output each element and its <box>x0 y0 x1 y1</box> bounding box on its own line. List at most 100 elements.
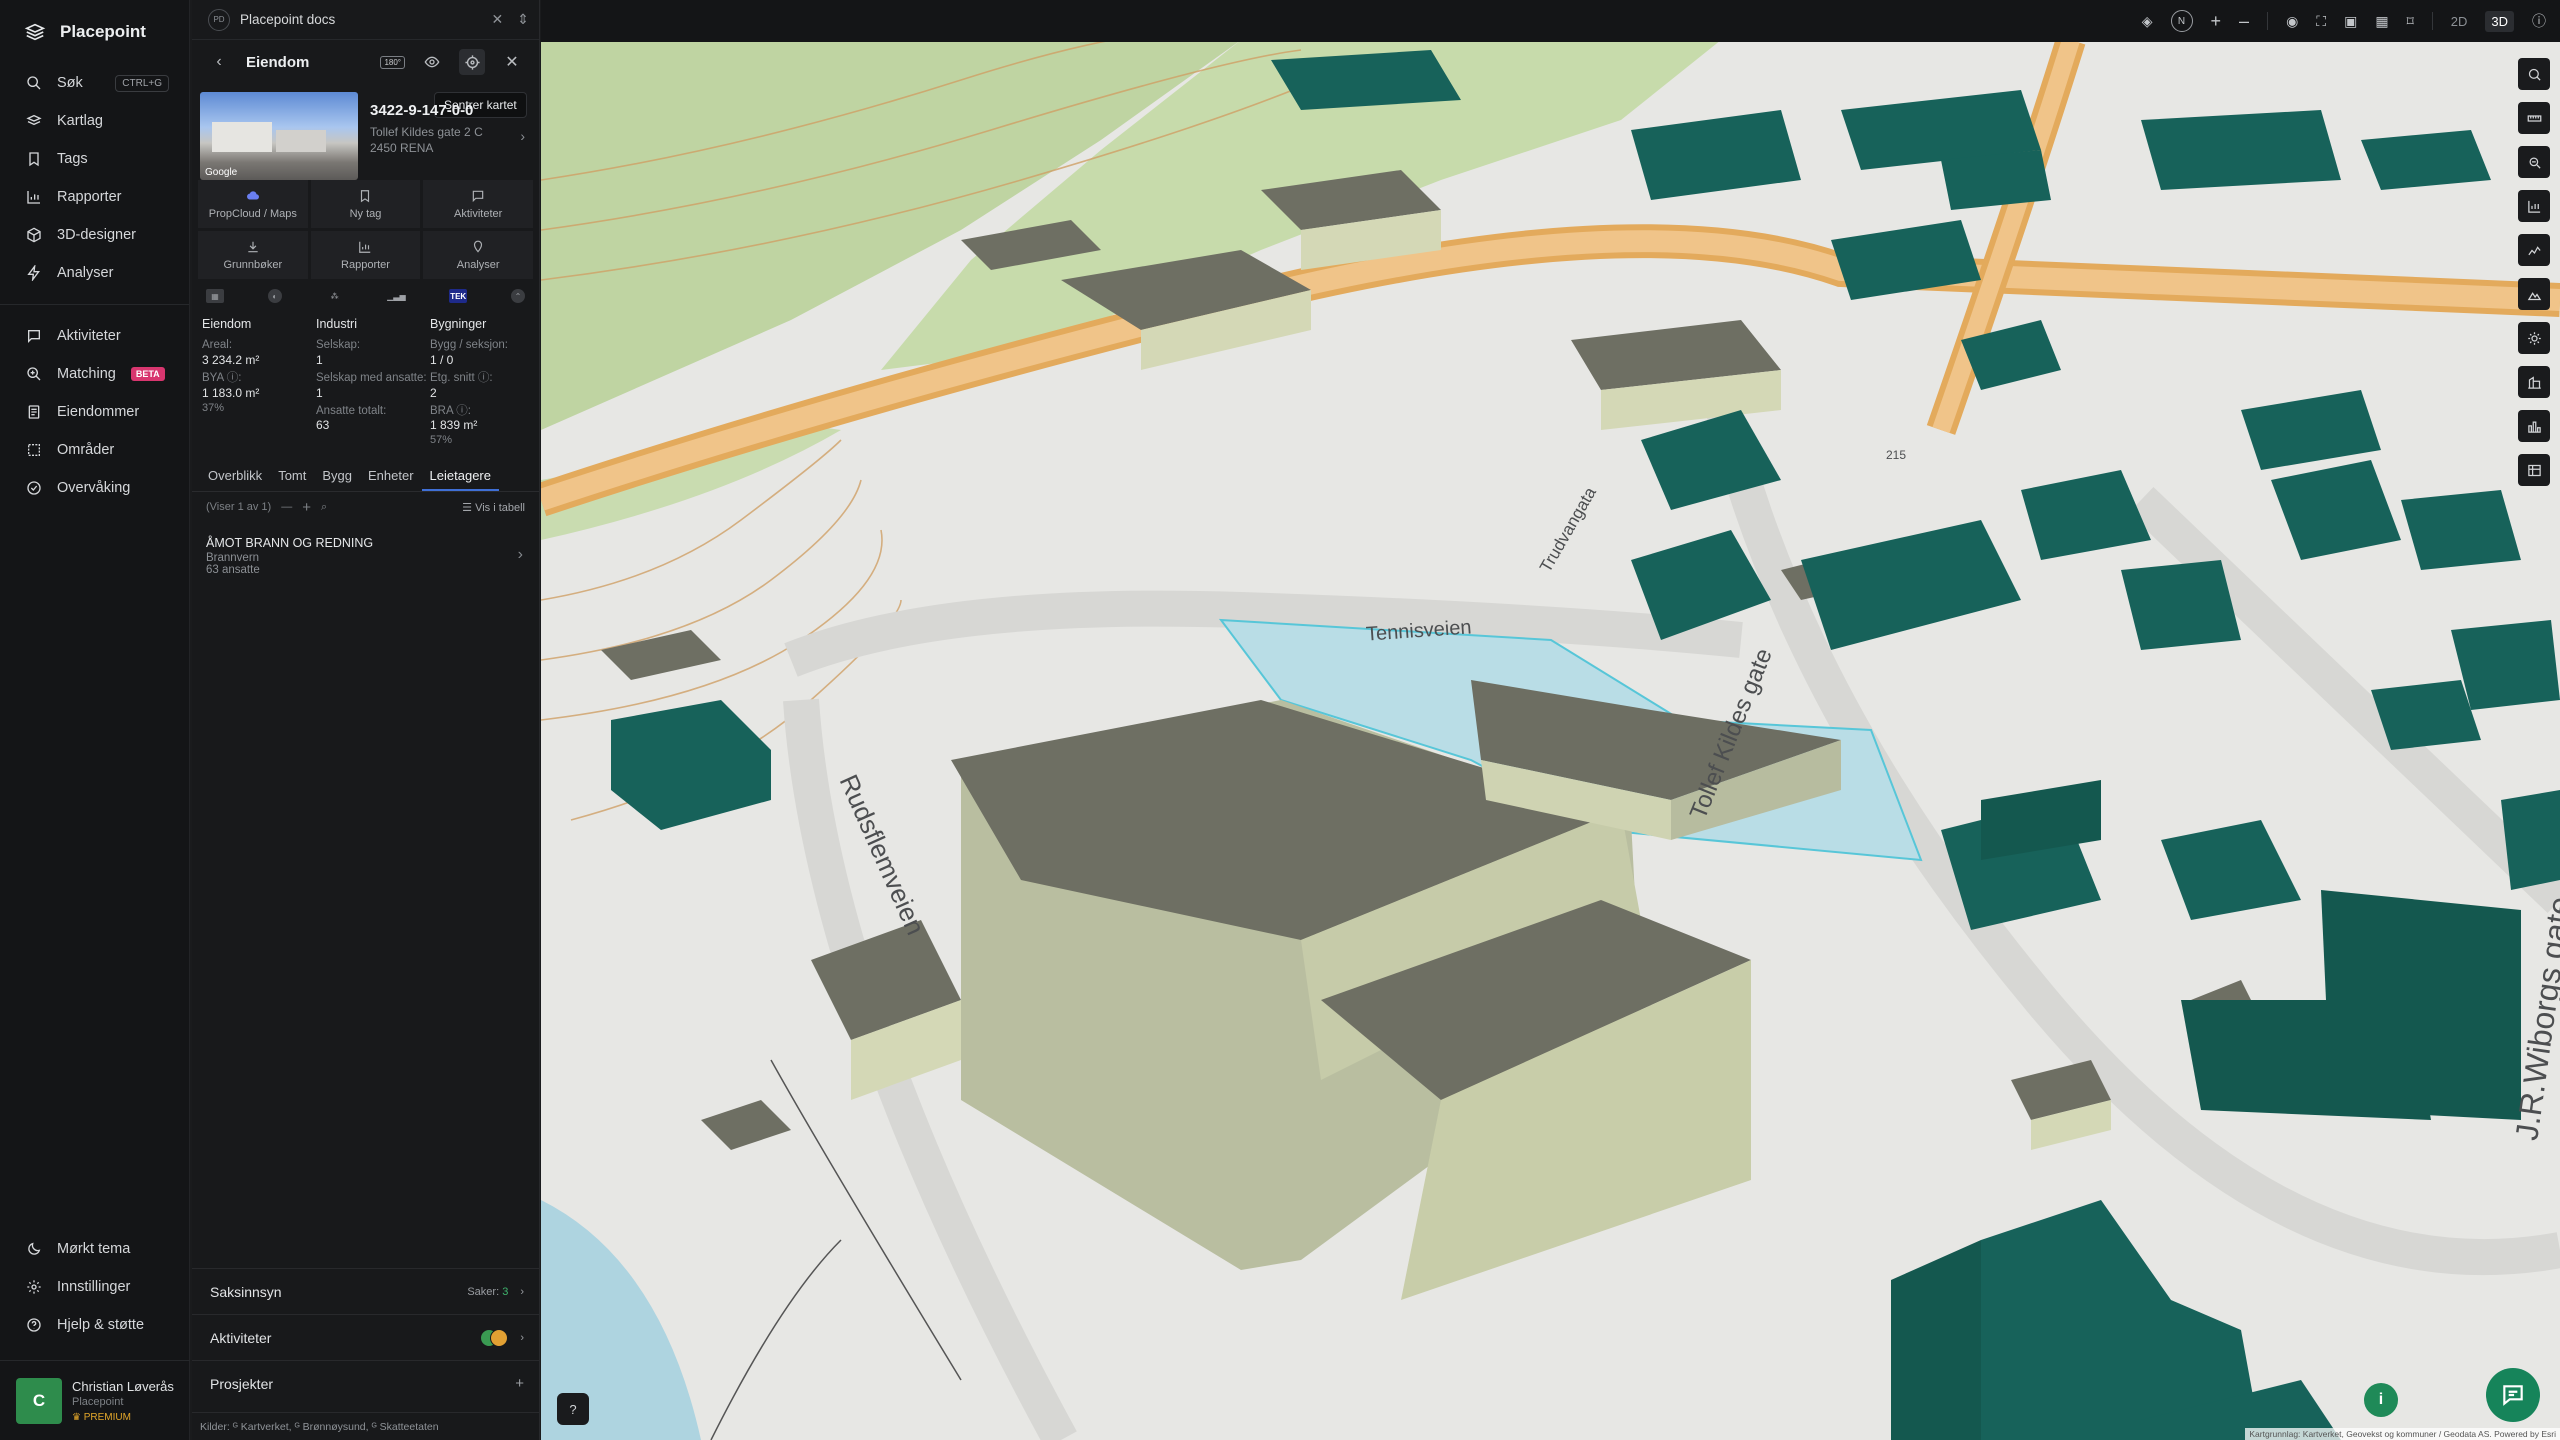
stat-label: Areal: <box>202 339 233 351</box>
nav-dark-theme[interactable]: Mørkt tema <box>0 1230 190 1268</box>
thumb-building <box>212 122 272 152</box>
map-toolbar: ◈ N + – ◉ ⛶ ▣ ▦ ⌑ 2D 3D ⓘ <box>541 0 2560 42</box>
property-summary[interactable]: Google 3422-9-147-0-0 Tollef Kildes gate… <box>192 84 539 180</box>
premium-badge: ♛ PREMIUM <box>72 1411 131 1423</box>
list-item[interactable]: ÅMOT BRANN OG REDNING Brannvern 63 ansat… <box>192 522 539 590</box>
tenant-type: Brannvern <box>206 552 260 565</box>
elevation-icon[interactable] <box>2518 278 2550 310</box>
table-icon[interactable] <box>2518 454 2550 486</box>
zoom-area-icon[interactable] <box>2518 146 2550 178</box>
chevron-right-icon: › <box>520 1331 524 1344</box>
center-map-icon[interactable] <box>459 49 485 75</box>
source-more-icon[interactable]: ⌃ <box>510 289 525 303</box>
nav-matching[interactable]: Matching BETA <box>0 355 189 393</box>
data-sources: Kilder: ᴳ Kartverket, ᴳ Brønnøysund, ᴳ S… <box>192 1412 540 1440</box>
zoom-in-button[interactable]: + <box>2211 11 2222 32</box>
bookmark-icon[interactable]: ⌑ <box>2407 13 2414 30</box>
skyline-icon[interactable] <box>2518 410 2550 442</box>
mode-2d-button[interactable]: 2D <box>2451 14 2468 29</box>
chart-icon[interactable] <box>2518 190 2550 222</box>
nav-help[interactable]: Hjelp & støtte <box>0 1306 190 1344</box>
nav-layers[interactable]: Kartlag <box>0 102 189 140</box>
accordion-saksinnsyn[interactable]: Saksinnsyn Saker: 3 › <box>192 1268 540 1314</box>
source-people-icon[interactable]: ⁂ <box>326 289 344 303</box>
map-help-button[interactable]: ? <box>557 1393 589 1425</box>
help-circle-icon <box>27 1318 41 1332</box>
add-icon[interactable]: + <box>515 1375 524 1392</box>
stat-label: Ansatte totalt: <box>316 404 387 417</box>
tile-propcloud[interactable]: PropCloud / Maps <box>198 180 308 228</box>
accordion-prosjekter[interactable]: Prosjekter + <box>192 1360 540 1406</box>
docs-title[interactable]: Placepoint docs <box>240 12 335 27</box>
source-signal-icon[interactable]: ▁▃▅ <box>387 289 405 303</box>
accordion-aktiviteter[interactable]: Aktiviteter › <box>192 1314 540 1360</box>
ruler-icon[interactable] <box>2518 102 2550 134</box>
chevron-right-icon: › <box>520 1285 524 1298</box>
nav-monitoring[interactable]: Overvåking <box>0 469 189 507</box>
map-canvas[interactable] <box>541 0 2560 1440</box>
panel-title: Eiendom <box>246 53 310 71</box>
eye-icon[interactable] <box>419 49 445 75</box>
user-card[interactable]: C Christian Løverås Placepoint ♛ PREMIUM <box>0 1360 190 1440</box>
nav-activities[interactable]: Aktiviteter <box>0 317 189 355</box>
grid-icon[interactable]: ▦ <box>2375 13 2388 30</box>
tab-tenants[interactable]: Leietagere <box>421 462 499 492</box>
chevron-right-icon[interactable]: › <box>520 128 525 144</box>
docs-expand-icon[interactable]: ⇕ <box>517 11 529 28</box>
docs-close-icon[interactable]: ✕ <box>492 11 504 28</box>
nav-tags[interactable]: Tags <box>0 140 189 178</box>
stat-bra-percent: 57% <box>430 434 453 447</box>
tab-overview[interactable]: Overblikk <box>200 462 270 491</box>
tile-new-tag[interactable]: Ny tag <box>310 180 421 228</box>
nav-settings[interactable]: Innstillinger <box>0 1268 190 1306</box>
nav-search[interactable]: Søk CTRL+G <box>0 64 189 102</box>
search-icon[interactable]: ⌕ <box>321 501 327 514</box>
stat-floors-value: 2 <box>430 385 437 400</box>
fullscreen-icon[interactable]: ⛶ <box>2316 13 2326 30</box>
download-icon <box>248 241 258 252</box>
collapse-icon[interactable]: — <box>281 501 292 513</box>
tile-activities[interactable]: Aktiviteter <box>423 180 533 228</box>
eye-icon[interactable]: ◉ <box>2286 13 2298 30</box>
back-icon[interactable]: ‹ <box>206 49 232 75</box>
nav-help-label: Hjelp & støtte <box>57 1317 145 1333</box>
mode-3d-button[interactable]: 3D <box>2485 10 2514 32</box>
profile-icon[interactable] <box>2518 234 2550 266</box>
nav-3d-designer[interactable]: 3D-designer <box>0 216 189 254</box>
source-globe-icon[interactable]: ◐ <box>267 289 282 303</box>
map-3d-view[interactable]: Tennisveien Tollef Kildes gate Rudsflemv… <box>541 0 2560 1440</box>
nav-properties[interactable]: Eiendommer <box>0 393 189 431</box>
info-button[interactable]: i <box>2364 1383 2398 1417</box>
zoom-out-button[interactable]: – <box>2239 11 2249 32</box>
tab-units[interactable]: Enheter <box>360 462 422 491</box>
tab-building[interactable]: Bygg <box>314 462 360 491</box>
tile-analyses[interactable]: Analyser <box>423 231 533 279</box>
layers-stack-icon[interactable]: ◈ <box>2142 13 2153 30</box>
cloud-icon <box>246 190 259 200</box>
close-icon[interactable]: ✕ <box>499 49 525 75</box>
document-icon <box>28 405 40 419</box>
sun-icon[interactable] <box>2518 322 2550 354</box>
road-number-215: 215 <box>1886 448 1907 462</box>
source-tek-badge[interactable]: TEK <box>449 289 468 303</box>
building-height-icon[interactable] <box>2518 366 2550 398</box>
globe-search-icon[interactable] <box>2518 58 2550 90</box>
add-icon[interactable]: + <box>302 499 311 516</box>
chat-button[interactable] <box>2486 1368 2540 1422</box>
nav-areas[interactable]: Områder <box>0 431 189 469</box>
brand[interactable]: Placepoint <box>0 0 189 64</box>
compass-button[interactable]: N <box>2170 10 2193 32</box>
source-badge-icon[interactable]: ▦ <box>206 289 224 303</box>
tile-land-registry[interactable]: Grunnbøker <box>198 231 308 279</box>
nav-analyses[interactable]: Analyser <box>0 254 189 292</box>
street-view-thumbnail[interactable]: Google <box>200 92 358 180</box>
thumb-credit: Google <box>205 167 238 178</box>
rotate-180-button[interactable]: 180° <box>380 55 405 69</box>
tile-reports[interactable]: Rapporter <box>310 231 421 279</box>
nav-reports[interactable]: Rapporter <box>0 178 189 216</box>
show-table-button[interactable]: ☰ Vis i tabell <box>462 501 525 514</box>
info-icon[interactable]: ⓘ <box>2532 11 2546 31</box>
accordion-title: Saksinnsyn <box>210 1283 282 1300</box>
camera-icon[interactable]: ▣ <box>2344 13 2357 30</box>
tab-plot[interactable]: Tomt <box>270 462 314 491</box>
